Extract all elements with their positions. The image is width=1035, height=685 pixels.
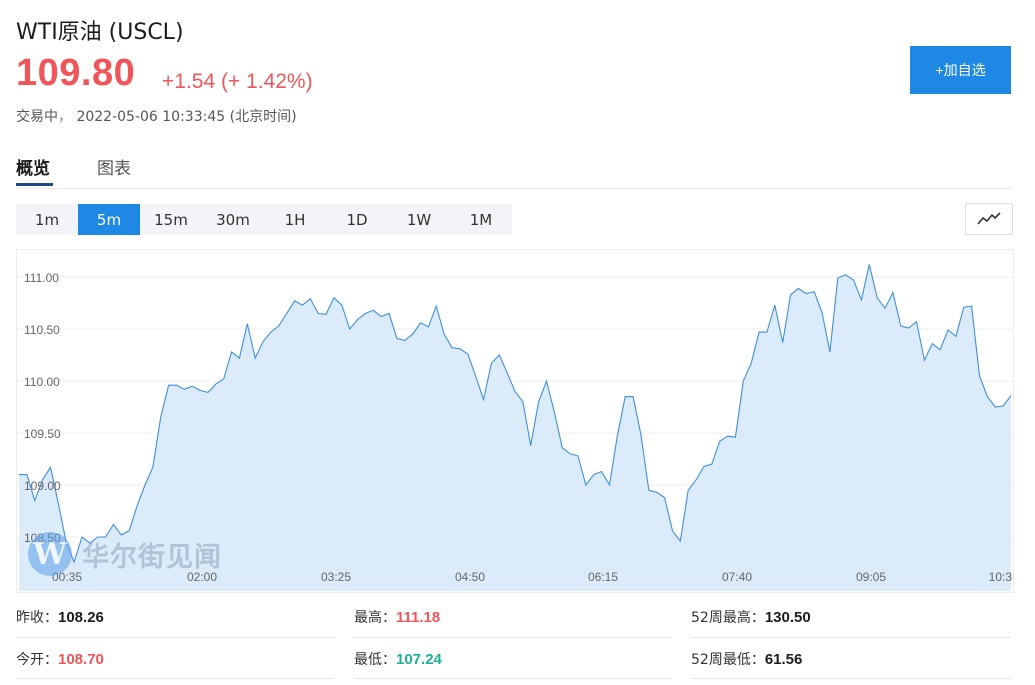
stat-label: 昨收： <box>16 610 58 626</box>
instrument-title: WTI原油 (USCL) <box>16 20 184 45</box>
stat-label: 最高： <box>354 610 396 626</box>
stat-low: 最低：107.24 <box>354 649 442 669</box>
stat-value: 61.56 <box>764 651 803 668</box>
period-1mo[interactable]: 1M <box>450 204 512 235</box>
stat-value: 107.24 <box>396 651 442 668</box>
watermark-text: 华尔街见闻 <box>82 541 222 573</box>
x-tick-label: 10:3 <box>989 570 1013 584</box>
period-1d[interactable]: 1D <box>326 204 388 235</box>
y-tick-label: 110.50 <box>24 323 60 337</box>
stat-value: 108.26 <box>58 609 104 626</box>
period-1m[interactable]: 1m <box>16 204 78 235</box>
tab-chart[interactable]: 图表 <box>97 154 131 179</box>
y-tick-label: 109.50 <box>24 427 61 441</box>
x-tick-label: 03:25 <box>321 570 351 584</box>
trading-status: 交易中， 2022-05-06 10:33:45 (北京时间) <box>16 106 297 126</box>
period-1h[interactable]: 1H <box>264 204 326 235</box>
period-5m[interactable]: 5m <box>78 204 140 235</box>
stat-label: 最低： <box>354 652 396 668</box>
add-to-watchlist-button[interactable]: +加自选 <box>910 46 1011 94</box>
period-15m[interactable]: 15m <box>140 204 202 235</box>
divider <box>16 678 334 679</box>
stat-label: 52周最高： <box>691 610 765 626</box>
y-tick-label: 109.00 <box>24 479 61 493</box>
stat-52w-low: 52周最低：61.56 <box>691 649 802 669</box>
period-30m[interactable]: 30m <box>202 204 264 235</box>
chart-type-button[interactable] <box>965 203 1013 235</box>
y-tick-label: 110.00 <box>24 375 60 389</box>
last-price: 109.80 <box>16 52 136 94</box>
period-1w[interactable]: 1W <box>388 204 450 235</box>
stat-high: 最高：111.18 <box>354 607 440 627</box>
active-tab-indicator <box>16 183 53 186</box>
stat-52w-high: 52周最高：130.50 <box>691 607 811 627</box>
stat-label: 52周最低： <box>691 652 765 668</box>
tab-overview[interactable]: 概览 <box>16 154 50 179</box>
line-chart-icon <box>977 212 1001 225</box>
stat-open: 今开：108.70 <box>16 649 104 669</box>
status-label: 交易中 <box>16 109 58 125</box>
divider <box>691 637 1011 638</box>
x-tick-label: 09:05 <box>856 570 886 584</box>
watermark-logo: W <box>28 532 72 576</box>
divider <box>16 637 334 638</box>
y-tick-label: 111.00 <box>24 271 59 285</box>
status-timezone: (北京时间) <box>229 109 297 125</box>
stat-value: 130.50 <box>764 609 811 626</box>
divider <box>354 637 672 638</box>
stat-value: 111.18 <box>396 609 441 626</box>
status-timestamp: 2022-05-06 10:33:45 <box>76 109 226 125</box>
stat-value: 108.70 <box>58 651 104 668</box>
price-change: +1.54 (+ 1.42%) <box>162 70 313 93</box>
x-tick-label: 04:50 <box>455 570 485 584</box>
tab-bar: 概览 图表 <box>16 150 1012 189</box>
stat-prev-close: 昨收：108.26 <box>16 607 104 627</box>
watermark: W 华尔街见闻 <box>28 532 222 576</box>
x-tick-label: 07:40 <box>722 570 752 584</box>
divider <box>354 678 672 679</box>
x-tick-label: 06:15 <box>588 570 618 584</box>
period-selector: 1m 5m 15m 30m 1H 1D 1W 1M <box>16 204 512 235</box>
stat-label: 今开： <box>16 652 58 668</box>
status-separator: ， <box>58 109 72 125</box>
divider <box>691 678 1011 679</box>
